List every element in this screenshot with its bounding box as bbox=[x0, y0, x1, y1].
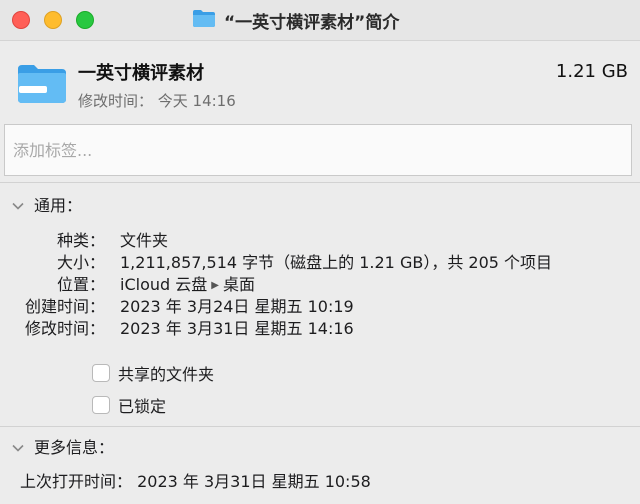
created-label: 创建时间： bbox=[24, 297, 105, 316]
window-title-text: “一英寸横评素材”简介 bbox=[224, 12, 400, 33]
section-divider bbox=[0, 426, 640, 427]
last-opened-time: 上次打开时间： 2023 年 3月31日 星期五 10:58 bbox=[20, 472, 371, 491]
kind-row: 种类： 文件夹 bbox=[0, 227, 640, 250]
locked-checkbox[interactable]: 已锁定 bbox=[92, 393, 166, 417]
location-row: 位置： iCloud 云盘 ▶ 桌面 bbox=[0, 271, 640, 295]
info-header: 一英寸横评素材 1.21 GB 修改时间： 今天 14:16 bbox=[0, 41, 640, 123]
general-section-toggle[interactable]: 通用： bbox=[12, 192, 82, 216]
modified-label: 修改时间： bbox=[24, 319, 105, 338]
title-bar: “一英寸横评素材”简介 bbox=[0, 0, 640, 41]
location-part-icloud: iCloud 云盘 bbox=[120, 275, 208, 294]
window-title: “一英寸横评素材”简介 bbox=[192, 8, 400, 33]
kind-value: 文件夹 bbox=[120, 231, 169, 250]
folder-name: 一英寸横评素材 bbox=[78, 63, 204, 84]
more-info-section-toggle[interactable]: 更多信息： bbox=[12, 434, 114, 458]
modified-time: 修改时间： 今天 14:16 bbox=[78, 92, 236, 110]
modified-row: 修改时间： 2023 年 3月31日 星期五 14:16 bbox=[0, 315, 640, 338]
location-part-desktop: 桌面 bbox=[222, 275, 255, 294]
size-row: 大小： 1,211,857,514 字节（磁盘上的 1.21 GB），共 205… bbox=[0, 249, 640, 272]
checkbox-box[interactable] bbox=[92, 364, 110, 382]
location-label: 位置： bbox=[56, 275, 105, 294]
shared-folder-label: 共享的文件夹 bbox=[118, 365, 215, 384]
maximize-button[interactable] bbox=[76, 11, 94, 29]
shared-folder-checkbox[interactable]: 共享的文件夹 bbox=[92, 361, 214, 385]
folder-icon bbox=[192, 8, 216, 32]
chevron-down-icon bbox=[12, 195, 24, 214]
section-divider bbox=[0, 182, 640, 183]
chevron-down-icon bbox=[12, 437, 24, 456]
triangle-right-icon: ▶ bbox=[211, 280, 219, 291]
general-section-title: 通用： bbox=[34, 196, 83, 215]
kind-label: 种类： bbox=[56, 231, 105, 250]
tags-input[interactable] bbox=[4, 124, 632, 176]
close-button[interactable] bbox=[12, 11, 30, 29]
more-info-section-title: 更多信息： bbox=[34, 438, 115, 457]
folder-size: 1.21 GB bbox=[555, 61, 628, 82]
created-value: 2023 年 3月24日 星期五 10:19 bbox=[120, 297, 354, 316]
created-row: 创建时间： 2023 年 3月24日 星期五 10:19 bbox=[0, 293, 640, 316]
modified-value: 2023 年 3月31日 星期五 14:16 bbox=[120, 319, 354, 338]
size-label: 大小： bbox=[56, 253, 105, 272]
location-value: iCloud 云盘 ▶ 桌面 bbox=[120, 271, 255, 295]
size-value: 1,211,857,514 字节（磁盘上的 1.21 GB），共 205 个项目 bbox=[120, 253, 553, 272]
locked-label: 已锁定 bbox=[118, 397, 167, 416]
checkbox-box[interactable] bbox=[92, 396, 110, 414]
minimize-button[interactable] bbox=[44, 11, 62, 29]
folder-icon bbox=[16, 61, 68, 109]
